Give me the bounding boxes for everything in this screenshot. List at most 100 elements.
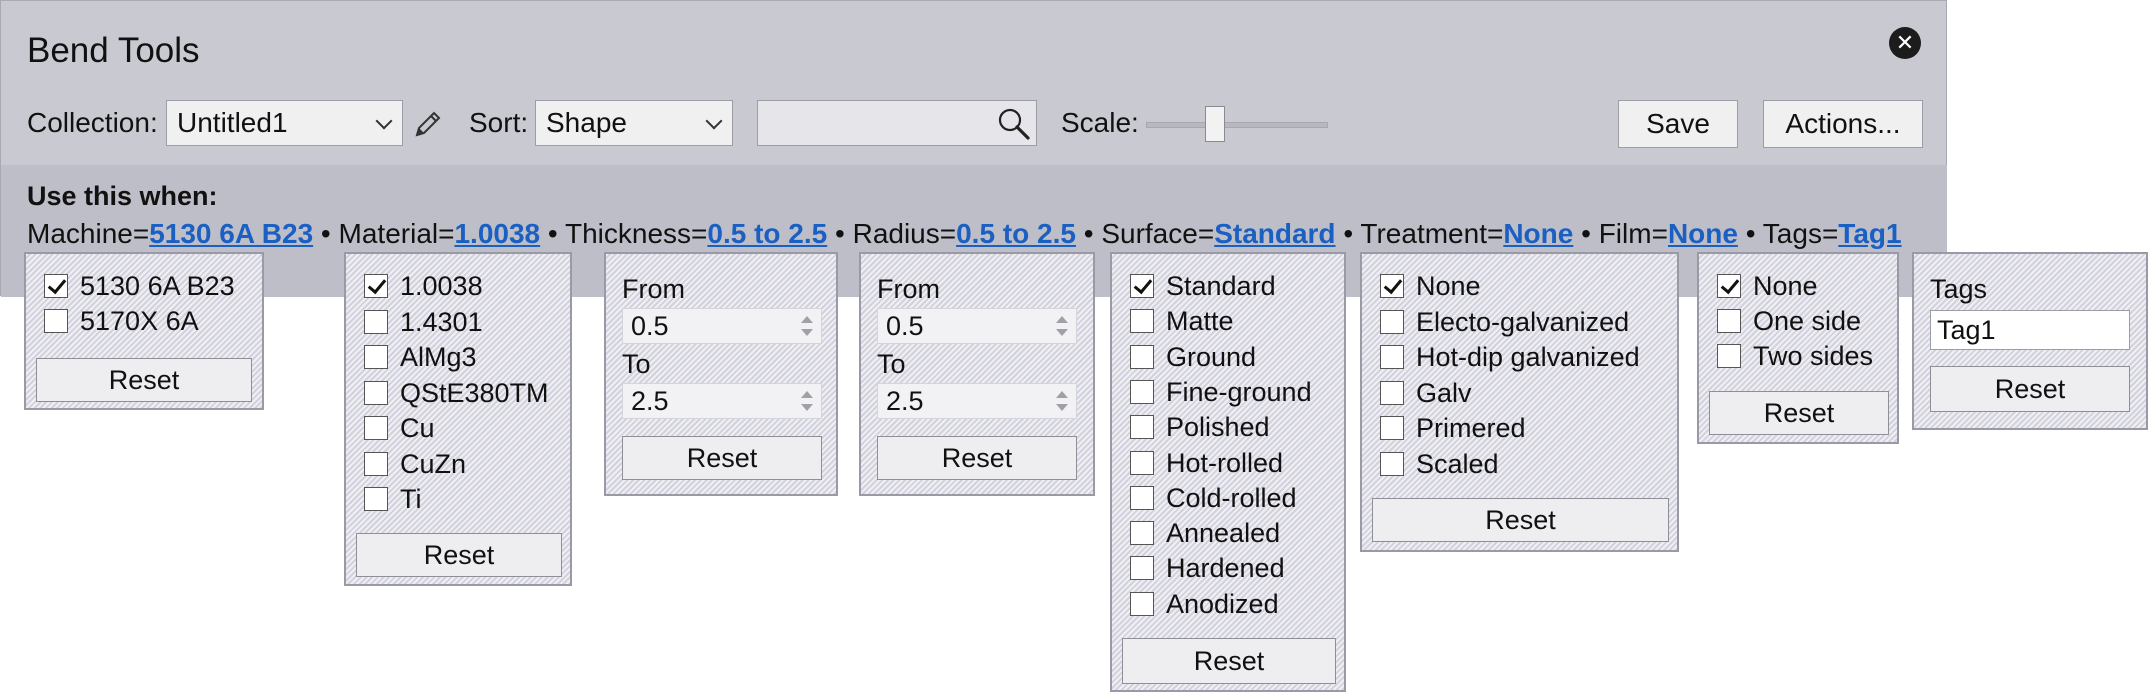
spin-up-icon[interactable] (1056, 391, 1068, 398)
checkbox[interactable] (44, 309, 68, 333)
film-reset-button[interactable]: Reset (1709, 391, 1889, 435)
surface-option-label: Cold-rolled (1166, 482, 1297, 513)
checkbox[interactable] (1130, 274, 1154, 298)
checkbox[interactable] (364, 309, 388, 334)
checkbox[interactable] (1380, 345, 1404, 369)
thickness-from-label: From (622, 274, 685, 304)
checkbox[interactable] (364, 416, 388, 440)
checkbox[interactable] (1380, 416, 1404, 440)
material-option-label: AlMg3 (400, 342, 477, 372)
sort-value: Shape (546, 107, 627, 138)
spin-down-icon[interactable] (1056, 404, 1068, 411)
film-option-label: One side (1753, 306, 1862, 336)
radius-from-input[interactable]: 0.5 (877, 308, 1077, 344)
tags-input[interactable]: Tag1 (1930, 310, 2130, 350)
treatment-option-label: Hot-dip galvanized (1416, 342, 1640, 372)
condition-value-link[interactable]: None (1503, 218, 1573, 249)
collection-select[interactable]: Untitled1 (166, 100, 403, 146)
checkbox[interactable] (1380, 451, 1404, 476)
condition-separator: • (540, 218, 565, 249)
checkbox[interactable] (1130, 309, 1154, 334)
sort-label: Sort: (469, 107, 529, 138)
film-option-label: Two sides (1753, 341, 1874, 371)
scale-slider-track[interactable] (1146, 122, 1328, 128)
thickness-to-input[interactable]: 2.5 (622, 383, 822, 419)
material-option-label: CuZn (400, 448, 467, 479)
condition-key: Machine= (27, 218, 150, 249)
pencil-icon[interactable] (411, 107, 445, 141)
actions-button[interactable]: Actions... (1763, 100, 1923, 148)
thickness-to-label: To (622, 349, 651, 379)
treatment-reset-button[interactable]: Reset (1372, 498, 1669, 542)
condition-separator: • (1737, 218, 1763, 249)
condition-separator: • (1335, 218, 1361, 249)
condition-value-link[interactable]: 5130 6A B23 (149, 218, 313, 249)
scale-slider-thumb[interactable] (1205, 106, 1225, 142)
spin-up-icon[interactable] (801, 316, 813, 323)
chevron-down-icon (375, 112, 393, 130)
thickness-filter-panel: From 0.5 To 2.5 Reset (604, 252, 838, 496)
condition-value-link[interactable]: Tag1 (1838, 218, 1901, 249)
tags-label: Tags (1930, 274, 1988, 304)
condition-value-link[interactable]: None (1668, 218, 1738, 249)
close-icon[interactable]: ✕ (1889, 27, 1921, 59)
surface-option-label: Hot-rolled (1166, 447, 1284, 478)
spin-down-icon[interactable] (1056, 329, 1068, 336)
condition-separator: • (1573, 218, 1599, 249)
checkbox[interactable] (1130, 379, 1154, 404)
thickness-from-input[interactable]: 0.5 (622, 308, 822, 344)
checkbox[interactable] (1380, 380, 1404, 405)
sort-select[interactable]: Shape (535, 100, 733, 146)
checkbox[interactable] (1380, 309, 1404, 334)
thickness-reset-button[interactable]: Reset (622, 436, 822, 480)
spin-down-icon[interactable] (801, 404, 813, 411)
treatment-option-label: Scaled (1416, 448, 1499, 479)
checkbox[interactable] (1717, 274, 1741, 298)
checkbox[interactable] (364, 451, 388, 476)
checkbox[interactable] (364, 345, 388, 369)
condition-value-link[interactable]: 0.5 to 2.5 (707, 218, 827, 249)
spin-up-icon[interactable] (801, 391, 813, 398)
checkbox[interactable] (1130, 591, 1154, 616)
radius-reset-button[interactable]: Reset (877, 436, 1077, 480)
checkbox[interactable] (1130, 485, 1154, 510)
tags-reset-button[interactable]: Reset (1930, 366, 2130, 412)
surface-filter-panel: Standard Matte Ground Fine-ground Polished Ho… (1110, 252, 1346, 692)
surface-reset-button[interactable]: Reset (1122, 638, 1336, 684)
condition-value-link[interactable]: 1.0038 (454, 218, 540, 249)
material-reset-button[interactable]: Reset (356, 533, 562, 577)
checkbox[interactable] (1130, 450, 1154, 475)
condition-value-link[interactable]: 0.5 to 2.5 (956, 218, 1076, 249)
checkbox[interactable] (1130, 521, 1154, 546)
checkbox[interactable] (364, 487, 388, 511)
checkbox[interactable] (1717, 309, 1741, 333)
save-button[interactable]: Save (1618, 100, 1738, 148)
search-icon[interactable] (996, 106, 1032, 142)
radius-to-input[interactable]: 2.5 (877, 383, 1077, 419)
search-input[interactable] (757, 100, 1037, 146)
condition-separator: • (827, 218, 853, 249)
condition-key: Treatment= (1360, 218, 1504, 249)
surface-option-label: Hardened (1166, 553, 1285, 584)
condition-key: Film= (1598, 218, 1668, 249)
surface-option-label: Standard (1166, 271, 1276, 301)
radius-from-label: From (877, 274, 940, 304)
checkbox[interactable] (364, 380, 388, 405)
checkbox[interactable] (1130, 415, 1154, 440)
checkbox[interactable] (1717, 344, 1741, 368)
spin-down-icon[interactable] (801, 329, 813, 336)
checkbox[interactable] (1130, 344, 1154, 369)
condition-value-link[interactable]: Standard (1214, 218, 1335, 249)
spin-up-icon[interactable] (1056, 316, 1068, 323)
checkbox[interactable] (1380, 274, 1404, 298)
surface-option-label: Anodized (1166, 588, 1279, 619)
radius-to-value: 2.5 (886, 386, 924, 416)
checkbox[interactable] (44, 274, 68, 298)
checkbox[interactable] (1130, 556, 1154, 581)
treatment-option-label: None (1416, 271, 1481, 301)
machine-reset-button[interactable]: Reset (36, 358, 252, 402)
film-option-label: None (1753, 271, 1818, 301)
checkbox[interactable] (364, 274, 388, 298)
tags-value: Tag1 (1937, 315, 1996, 345)
machine-option-label: 5170X 6A (80, 306, 199, 336)
